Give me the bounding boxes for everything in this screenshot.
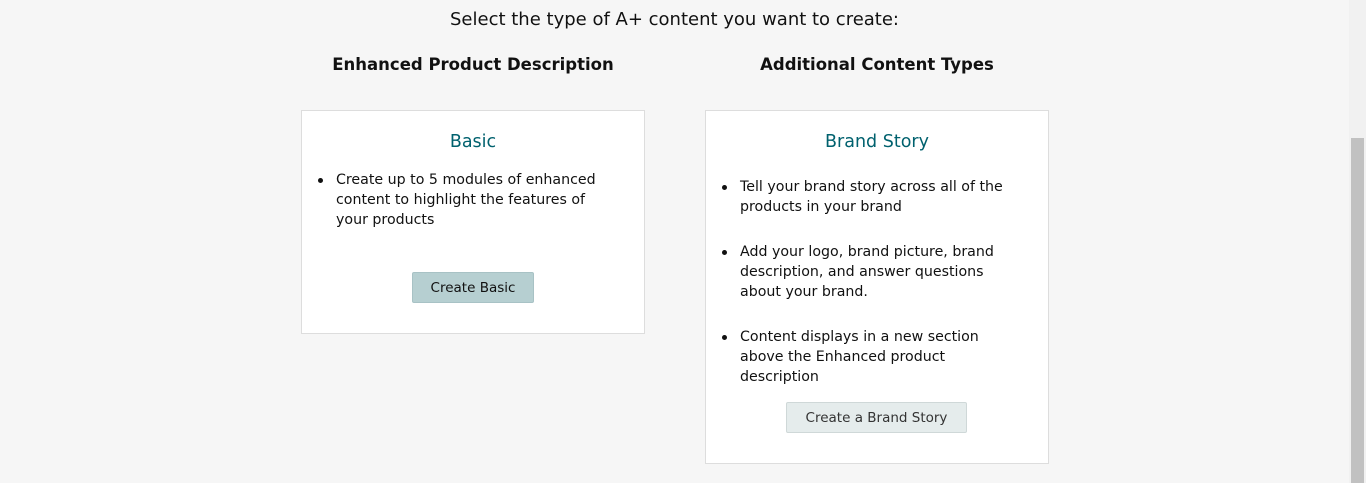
brand-story-card-title: Brand Story: [825, 132, 929, 152]
page: Select the type of A+ content you want t…: [0, 0, 1366, 483]
basic-card-title: Basic: [449, 132, 497, 152]
create-basic-button[interactable]: Create Basic: [412, 272, 534, 303]
list-item: Create up to 5 modules of enhanced conte…: [318, 170, 644, 230]
enhanced-product-description-title: Enhanced Product Description: [332, 55, 614, 74]
additional-content-types-title: Additional Content Types: [760, 55, 994, 74]
basic-card: Basic Create up to 5 modules of enhanced…: [301, 110, 645, 334]
brand-story-card: Brand Story Tell your brand story across…: [705, 110, 1049, 464]
page-heading: Select the type of A+ content you want t…: [450, 9, 899, 30]
list-item: Add your logo, brand picture, brand desc…: [722, 242, 1048, 302]
scrollbar-thumb[interactable]: [1351, 138, 1364, 483]
list-item: Content displays in a new section above …: [722, 327, 1048, 387]
create-brand-story-button[interactable]: Create a Brand Story: [786, 402, 967, 433]
list-item: Tell your brand story across all of the …: [722, 177, 1048, 217]
brand-story-feature-list: Tell your brand story across all of the …: [706, 177, 1048, 387]
basic-feature-list: Create up to 5 modules of enhanced conte…: [302, 170, 644, 230]
vertical-scrollbar[interactable]: [1349, 0, 1366, 483]
